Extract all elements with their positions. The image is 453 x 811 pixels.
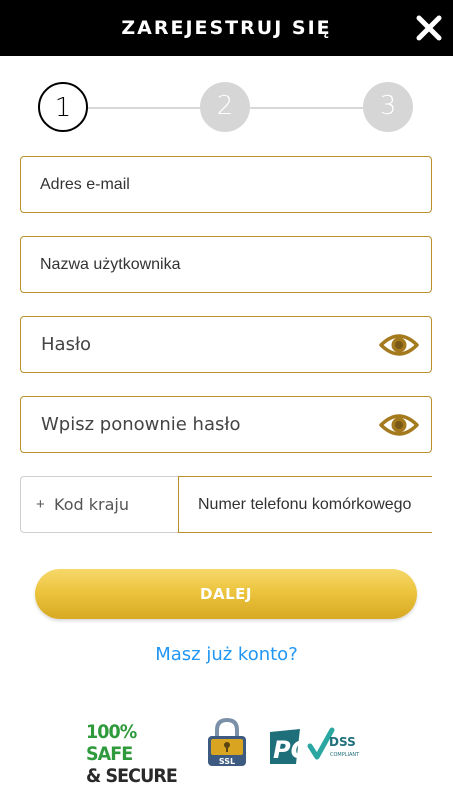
ssl-label: SSL [219,757,235,766]
email-placeholder: Adres e-mail [40,176,130,193]
confirm-password-placeholder: Wpisz ponownie hasło [41,414,241,435]
country-code-prefix: + [36,496,45,513]
password-field[interactable]: Hasło [20,316,432,373]
phone-row: + Kod kraju Numer telefonu komórkowego [20,476,432,533]
login-link[interactable]: Masz już konto? [0,644,453,665]
step-1: 1 [38,82,88,132]
safe-badge-line2: & SECURE [86,765,178,787]
next-button[interactable]: DALEJ [35,569,417,619]
safe-badge-line1: 100% SAFE [86,721,137,765]
dss-label: DSS [329,735,356,749]
ssl-padlock-icon: SSL [208,717,246,766]
country-code-placeholder: Kod kraju [54,495,129,514]
username-placeholder: Nazwa użytkownika [40,256,181,273]
password-placeholder: Hasło [41,334,92,355]
confirm-password-field[interactable]: Wpisz ponownie hasło [20,396,432,453]
phone-number-field[interactable]: Numer telefonu komórkowego [178,476,432,533]
username-field[interactable]: Nazwa użytkownika [20,236,432,293]
safe-secure-badge: 100% SAFE & SECURE [86,721,186,787]
header-bar: ZAREJESTRUJ SIĘ [0,0,453,56]
eye-icon[interactable] [379,411,419,439]
page-title: ZAREJESTRUJ SIĘ [121,17,332,39]
step-connector [250,107,363,109]
step-connector [88,107,200,109]
pci-dss-badge: PCI DSS COMPLIANT [270,727,360,764]
security-badges: 100% SAFE & SECURE SSL PCI DSS COMPLIANT [0,712,453,787]
email-field[interactable]: Adres e-mail [20,156,432,213]
country-code-field[interactable]: + Kod kraju [20,476,179,533]
step-2: 2 [200,82,250,132]
eye-icon[interactable] [379,331,419,359]
step-3: 3 [363,82,413,132]
phone-number-placeholder: Numer telefonu komórkowego [198,496,412,513]
registration-stepper: 1 2 3 [0,80,453,136]
compliant-label: COMPLIANT [330,752,360,758]
close-icon[interactable] [414,13,444,43]
